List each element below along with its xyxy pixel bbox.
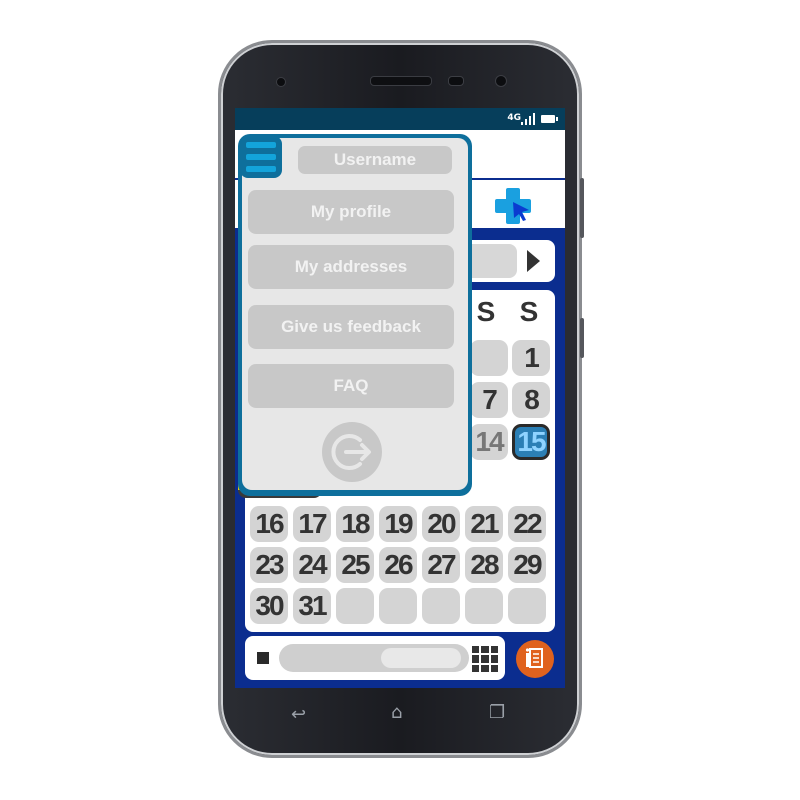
calendar-day[interactable]: 28: [465, 547, 503, 583]
recent-apps-icon[interactable]: ❐: [489, 702, 505, 723]
status-bar: 4G: [235, 108, 565, 130]
power-button[interactable]: [580, 318, 584, 358]
logout-icon: [331, 434, 371, 470]
menu-item-my-profile[interactable]: My profile: [248, 190, 454, 234]
calendar-day[interactable]: 7: [470, 382, 508, 418]
menu-item-my-addresses[interactable]: My addresses: [248, 245, 454, 289]
calendar-day[interactable]: 31: [293, 588, 331, 624]
calendar-day[interactable]: 27: [422, 547, 460, 583]
back-icon[interactable]: ↩: [291, 704, 306, 725]
info-document-button[interactable]: [516, 640, 554, 678]
calendar-day[interactable]: 22: [508, 506, 546, 542]
calendar-day-empty: [465, 588, 503, 624]
weekday-header: S: [476, 296, 496, 327]
calendar-day[interactable]: 23: [250, 547, 288, 583]
calendar-day[interactable]: 25: [336, 547, 374, 583]
calendar-day-empty: [336, 588, 374, 624]
volume-button[interactable]: [580, 178, 584, 238]
grid-view-icon[interactable]: [472, 646, 498, 672]
calendar-day-empty: [508, 588, 546, 624]
calendar-day[interactable]: 26: [379, 547, 417, 583]
next-month-arrow-icon[interactable]: [527, 250, 540, 272]
calendar-day[interactable]: 21: [465, 506, 503, 542]
calendar-day-empty: [422, 588, 460, 624]
calendar-day[interactable]: 1: [512, 340, 550, 376]
proximity-sensor: [448, 76, 464, 86]
scroll-thumb[interactable]: [381, 648, 461, 668]
home-icon[interactable]: ⌂: [391, 702, 402, 723]
calendar-day[interactable]: 17: [293, 506, 331, 542]
hamburger-menu-button[interactable]: [240, 136, 282, 178]
calendar-day[interactable]: 24: [293, 547, 331, 583]
sensor-dot: [276, 77, 286, 87]
earpiece-speaker: [370, 76, 432, 86]
calendar-day[interactable]: 29: [508, 547, 546, 583]
calendar-day-empty: [379, 588, 417, 624]
calendar-day[interactable]: 19: [379, 506, 417, 542]
signal-icon: [521, 113, 535, 125]
calendar-day[interactable]: 14: [470, 424, 508, 460]
menu-item-feedback[interactable]: Give us feedback: [248, 305, 454, 349]
calendar-day[interactable]: 18: [336, 506, 374, 542]
weekday-header: S: [519, 296, 539, 327]
calendar-day[interactable]: 30: [250, 588, 288, 624]
calendar-day[interactable]: [470, 340, 508, 376]
calendar-day[interactable]: 16: [250, 506, 288, 542]
stop-icon[interactable]: [257, 652, 269, 664]
document-icon: [525, 648, 543, 668]
front-camera: [495, 75, 507, 87]
network-label: 4G: [507, 113, 521, 123]
calendar-day[interactable]: 8: [512, 382, 550, 418]
add-event-button[interactable]: [491, 184, 535, 228]
calendar-day[interactable]: 20: [422, 506, 460, 542]
menu-item-faq[interactable]: FAQ: [248, 364, 454, 408]
logout-button[interactable]: [322, 422, 382, 482]
battery-icon: [541, 115, 558, 123]
calendar-day-today[interactable]: 15: [512, 424, 550, 460]
system-nav-bar: ↩ ⌂ ❐: [235, 690, 565, 740]
username-label: Username: [298, 146, 452, 174]
hamburger-icon: [246, 142, 276, 148]
